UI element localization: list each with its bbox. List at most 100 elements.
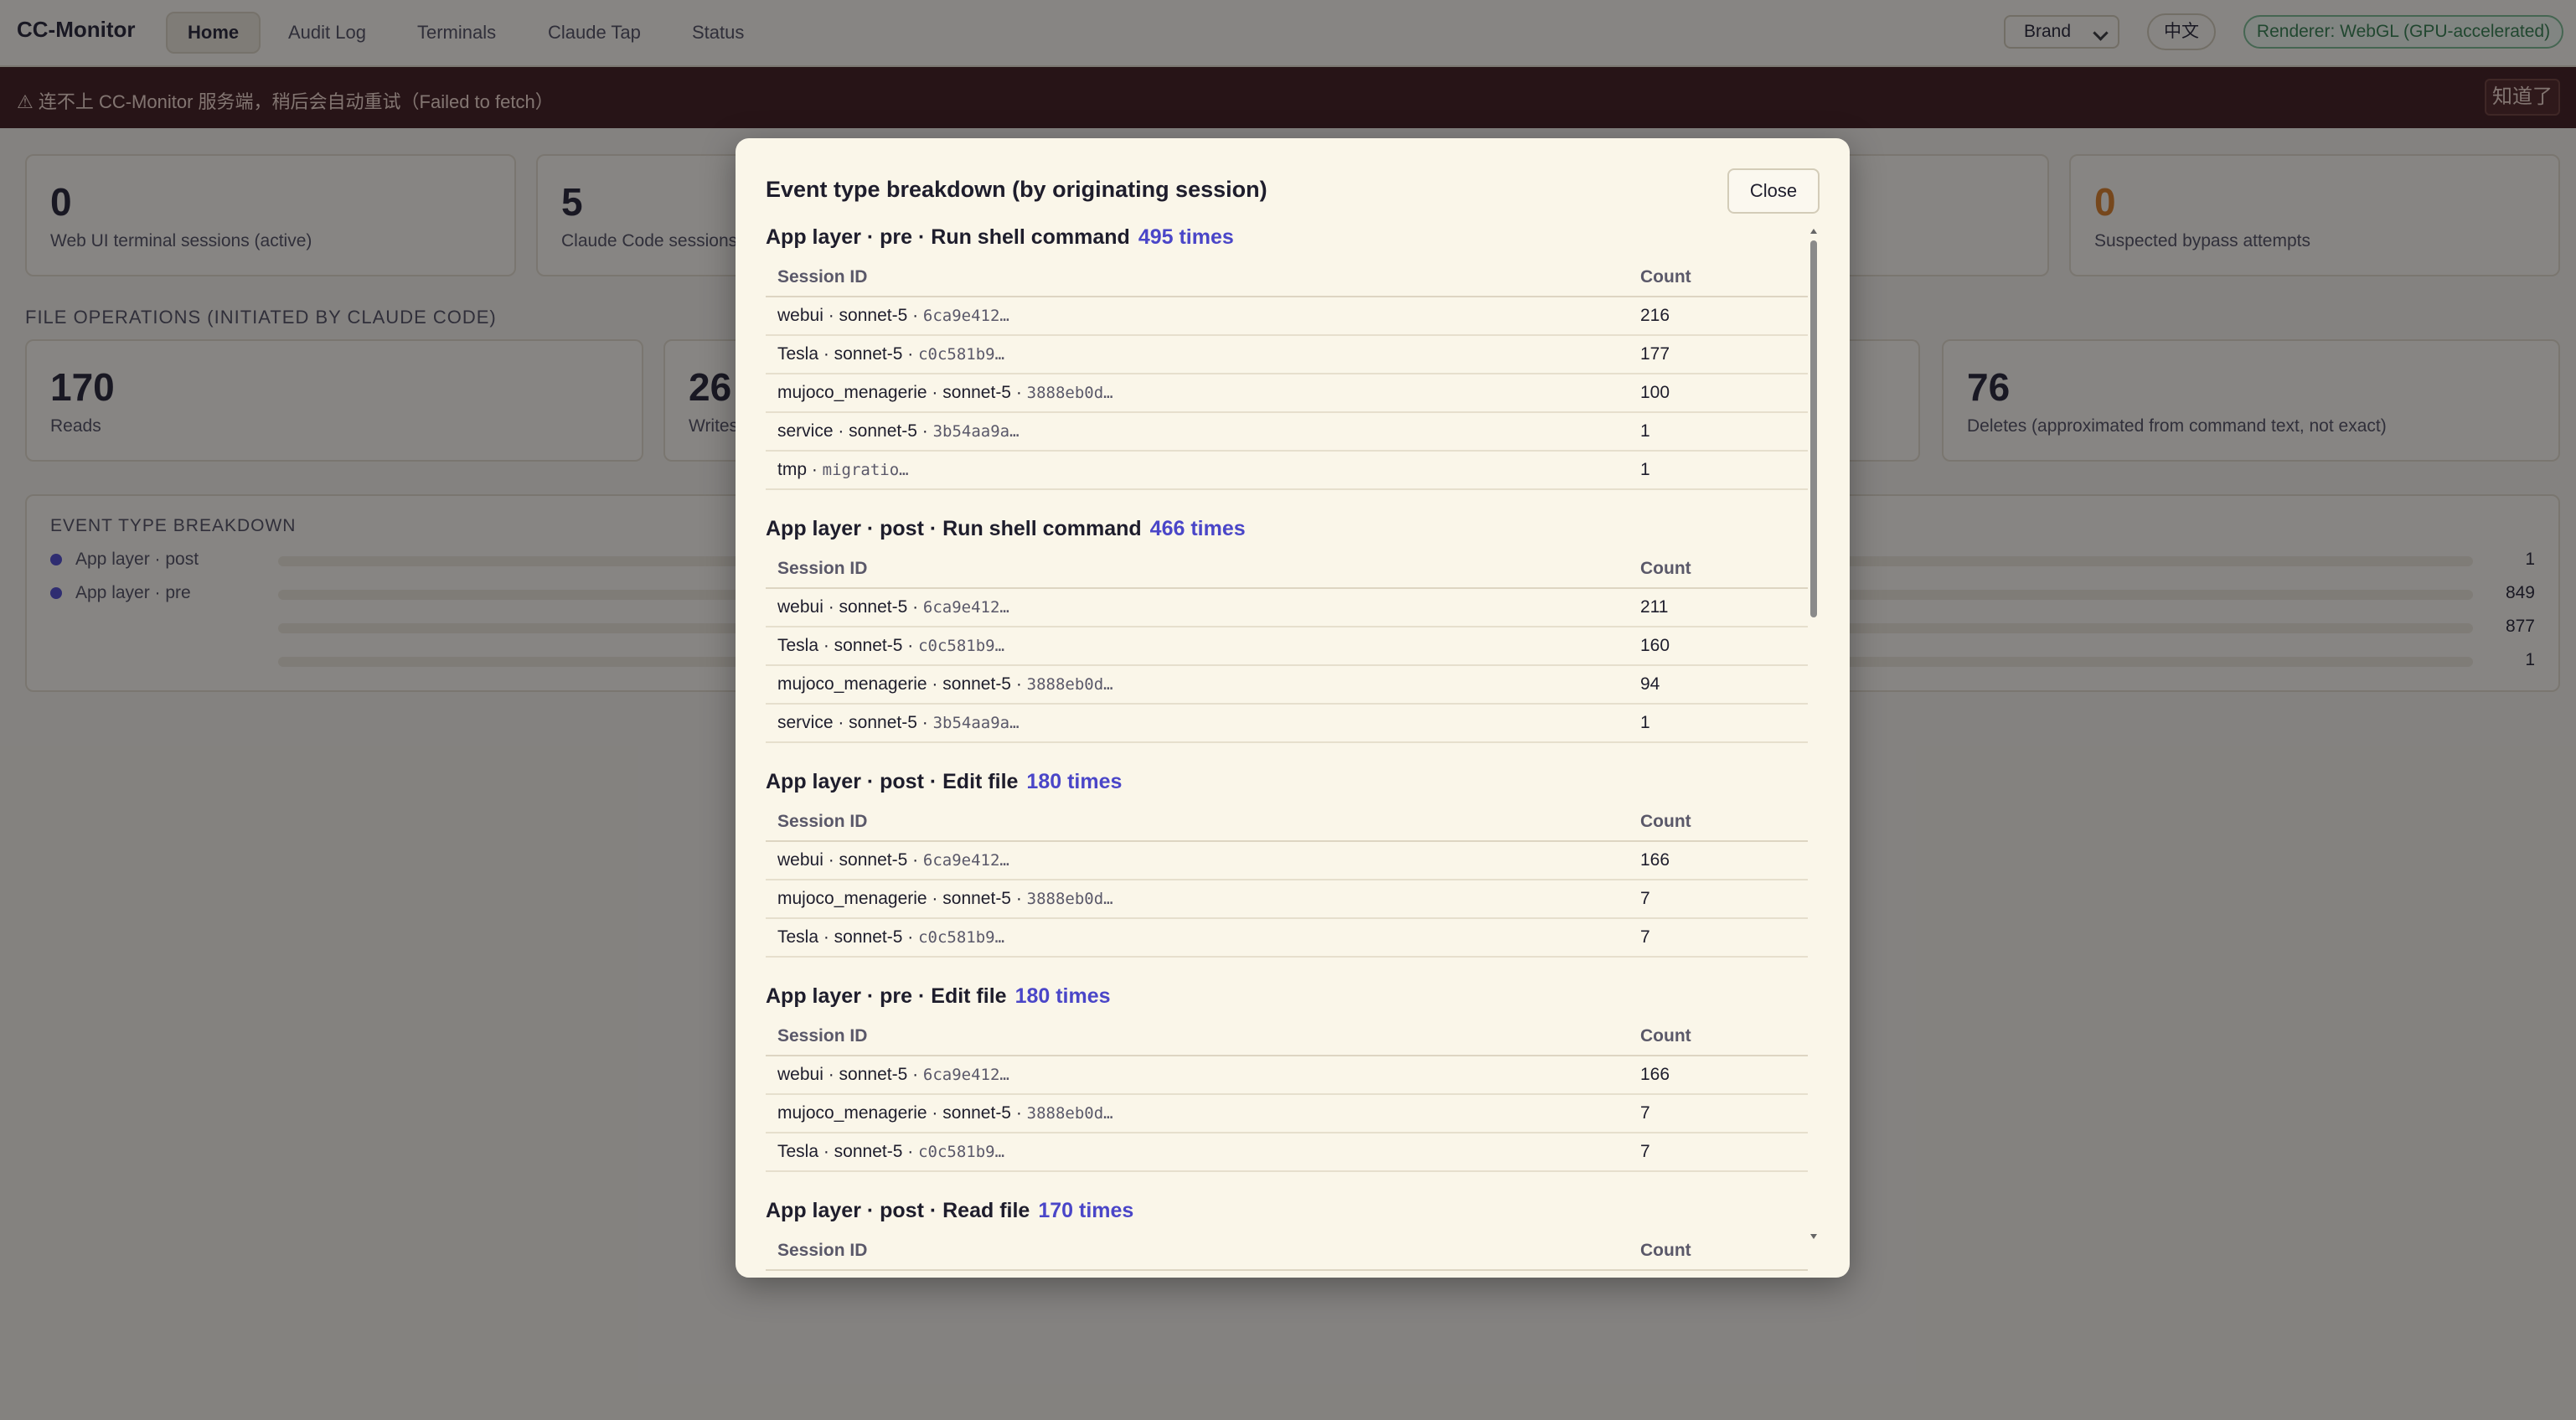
session-id-cell: mujoco_menagerie · sonnet-5 · 3888eb0d…: [777, 1103, 1113, 1123]
count-cell: 100: [1640, 383, 1670, 402]
count-cell: 177: [1640, 344, 1670, 364]
table-row[interactable]: webui · sonnet-5 · 6ca9e412… 166: [766, 1056, 1808, 1095]
table-row[interactable]: webui · sonnet-5 · 6ca9e412… 166: [766, 842, 1808, 880]
session-name: mujoco_menagerie · sonnet-5 ·: [777, 674, 1027, 694]
session-hash: c0c581b9…: [918, 928, 1005, 947]
col-session-id: Session ID: [777, 812, 868, 831]
count-cell: 7: [1640, 1103, 1650, 1123]
session-hash: 3888eb0d…: [1026, 675, 1113, 694]
event-group-name: App layer · post · Run shell command: [766, 517, 1142, 540]
table-row[interactable]: mujoco_menagerie · sonnet-5 · 3888eb0d… 7: [766, 1095, 1808, 1133]
count-cell: 7: [1640, 889, 1650, 908]
col-session-id: Session ID: [777, 1241, 868, 1260]
session-hash: 3b54aa9a…: [932, 714, 1020, 732]
event-group-title: App layer · post · Read file 170 times: [766, 1199, 1133, 1223]
modal-title: Event type breakdown (by originating ses…: [766, 177, 1267, 202]
session-id-cell: webui · sonnet-5 · 6ca9e412…: [777, 1065, 1009, 1085]
scroll-up-icon[interactable]: [1810, 229, 1817, 234]
col-count: Count: [1640, 1241, 1691, 1260]
session-hash: 3b54aa9a…: [932, 422, 1020, 441]
event-breakdown-modal: Event type breakdown (by originating ses…: [736, 138, 1850, 1278]
col-session-id: Session ID: [777, 267, 868, 287]
event-group-count: 466 times: [1149, 517, 1246, 540]
event-group-count: 180 times: [1026, 770, 1123, 793]
event-group-title: App layer · pre · Edit file 180 times: [766, 984, 1111, 1009]
col-count: Count: [1640, 559, 1691, 578]
table-row[interactable]: Tesla · sonnet-5 · c0c581b9… 177: [766, 336, 1808, 374]
count-cell: 1: [1640, 421, 1650, 441]
session-name: Tesla · sonnet-5 ·: [777, 1142, 919, 1161]
session-hash: 6ca9e412…: [922, 307, 1009, 325]
session-name: webui · sonnet-5 ·: [777, 850, 923, 870]
count-cell: 211: [1640, 597, 1669, 617]
table-row[interactable]: webui · sonnet-5 · 6ca9e412… 211: [766, 589, 1808, 627]
session-id-cell: webui · sonnet-5 · 6ca9e412…: [777, 850, 1009, 870]
table-header: Session ID Count: [766, 259, 1808, 297]
count-cell: 94: [1640, 674, 1660, 694]
event-group-count: 180 times: [1014, 984, 1111, 1008]
session-name: service · sonnet-5 ·: [777, 421, 933, 441]
event-group-name: App layer · pre · Run shell command: [766, 225, 1130, 249]
col-count: Count: [1640, 267, 1691, 287]
table-row[interactable]: service · sonnet-5 · 3b54aa9a… 1: [766, 413, 1808, 452]
table-row[interactable]: webui · sonnet-5 · 6ca9e412… 216: [766, 297, 1808, 336]
session-hash: 3888eb0d…: [1026, 1104, 1113, 1123]
session-id-cell: service · sonnet-5 · 3b54aa9a…: [777, 713, 1020, 733]
session-hash: 6ca9e412…: [922, 851, 1009, 870]
event-group-name: App layer · post · Read file: [766, 1199, 1030, 1222]
session-id-cell: Tesla · sonnet-5 · c0c581b9…: [777, 636, 1004, 656]
table-row[interactable]: mujoco_menagerie · sonnet-5 · 3888eb0d… 9…: [766, 666, 1808, 705]
count-cell: 216: [1640, 306, 1670, 325]
session-id-cell: Tesla · sonnet-5 · c0c581b9…: [777, 1142, 1004, 1162]
event-group-count: 170 times: [1038, 1199, 1134, 1222]
session-name: webui · sonnet-5 ·: [777, 1065, 923, 1084]
session-hash: 6ca9e412…: [922, 598, 1009, 617]
scroll-down-icon[interactable]: [1810, 1234, 1817, 1239]
event-group-title: App layer · post · Edit file 180 times: [766, 770, 1122, 794]
event-group-title: App layer · pre · Run shell command 495 t…: [766, 225, 1234, 250]
session-hash: c0c581b9…: [918, 345, 1005, 364]
session-name: mujoco_menagerie · sonnet-5 ·: [777, 1103, 1027, 1123]
session-id-cell: tmp · migratio…: [777, 460, 909, 480]
table-row[interactable]: tmp · migratio… 1: [766, 452, 1808, 490]
session-id-cell: service · sonnet-5 · 3b54aa9a…: [777, 421, 1020, 441]
table-row[interactable]: Tesla · sonnet-5 · c0c581b9… 7: [766, 919, 1808, 958]
table-row[interactable]: Tesla · sonnet-5 · c0c581b9… 7: [766, 1133, 1808, 1172]
col-count: Count: [1640, 1026, 1691, 1046]
table-row[interactable]: service · sonnet-5 · 3b54aa9a… 1: [766, 705, 1808, 743]
modal-scroll-area[interactable]: App layer · pre · Run shell command 495 t…: [766, 225, 1808, 1380]
session-name: Tesla · sonnet-5 ·: [777, 636, 919, 655]
modal-scrollbar[interactable]: [1808, 229, 1820, 1242]
session-name: Tesla · sonnet-5 ·: [777, 927, 919, 947]
event-group-count: 495 times: [1138, 225, 1234, 249]
session-hash: 6ca9e412…: [922, 1066, 1009, 1084]
event-group-name: App layer · post · Edit file: [766, 770, 1019, 793]
modal-close-button[interactable]: Close: [1727, 168, 1820, 214]
session-name: service · sonnet-5 ·: [777, 713, 933, 732]
count-cell: 7: [1640, 1142, 1650, 1161]
session-id-cell: mujoco_menagerie · sonnet-5 · 3888eb0d…: [777, 889, 1113, 909]
count-cell: 166: [1640, 850, 1670, 870]
count-cell: 166: [1640, 1065, 1670, 1084]
table-row[interactable]: Tesla · sonnet-5 · c0c581b9… 160: [766, 627, 1808, 666]
col-session-id: Session ID: [777, 559, 868, 578]
session-name: Tesla · sonnet-5 ·: [777, 344, 919, 364]
session-name: webui · sonnet-5 ·: [777, 597, 923, 617]
scrollbar-thumb[interactable]: [1810, 240, 1817, 617]
count-cell: 1: [1640, 713, 1650, 732]
col-session-id: Session ID: [777, 1026, 868, 1046]
table-row[interactable]: mujoco_menagerie · sonnet-5 · 3888eb0d… 1…: [766, 374, 1808, 413]
session-id-cell: Tesla · sonnet-5 · c0c581b9…: [777, 927, 1004, 948]
session-id-cell: mujoco_menagerie · sonnet-5 · 3888eb0d…: [777, 383, 1113, 403]
session-hash: c0c581b9…: [918, 1143, 1005, 1161]
session-id-cell: Tesla · sonnet-5 · c0c581b9…: [777, 344, 1004, 364]
session-name: mujoco_menagerie · sonnet-5 ·: [777, 383, 1027, 402]
session-name: tmp ·: [777, 460, 823, 479]
count-cell: 7: [1640, 927, 1650, 947]
session-id-cell: mujoco_menagerie · sonnet-5 · 3888eb0d…: [777, 674, 1113, 695]
session-hash: c0c581b9…: [918, 637, 1005, 655]
table-row[interactable]: mujoco_menagerie · sonnet-5 · 3888eb0d… 7: [766, 880, 1808, 919]
session-name: mujoco_menagerie · sonnet-5 ·: [777, 889, 1027, 908]
event-group-name: App layer · pre · Edit file: [766, 984, 1007, 1008]
table-header: Session ID Count: [766, 803, 1808, 842]
